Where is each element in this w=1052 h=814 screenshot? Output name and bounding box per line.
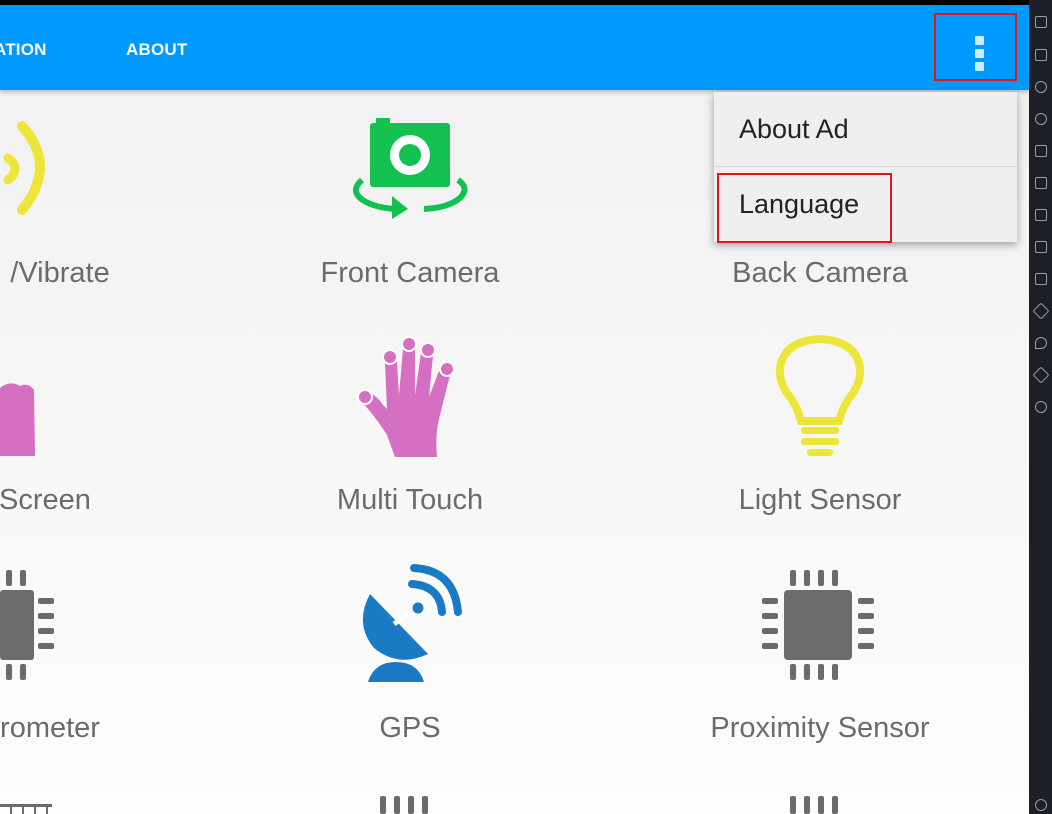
touch-screen-icon — [0, 383, 35, 456]
satellite-dish-icon — [362, 564, 462, 682]
grid-item-label: Screen — [0, 484, 91, 516]
chip-icon — [380, 796, 428, 814]
apk-icon[interactable] — [1035, 177, 1047, 189]
record-icon[interactable] — [1035, 113, 1047, 125]
chip-icon — [790, 796, 838, 814]
emulator-toolbar — [1029, 0, 1052, 814]
device-icon[interactable] — [1035, 273, 1047, 285]
grid-item-label: Multi Touch — [336, 484, 484, 516]
grid-item-label: rometer — [0, 712, 100, 744]
grid-item-label: GPS — [379, 712, 441, 744]
app-screen: ATION ABOUT /Vibrate Front Camera — [0, 0, 1029, 814]
language-highlight-box — [717, 173, 892, 243]
location-icon[interactable] — [1035, 337, 1047, 349]
grid-item-label: Front Camera — [320, 257, 500, 289]
play-icon[interactable] — [1035, 81, 1047, 93]
grid-item-label: Back Camera — [732, 257, 908, 289]
layers-icon[interactable] — [1032, 366, 1050, 384]
robot-icon[interactable] — [1035, 145, 1047, 157]
speed-icon[interactable] — [1035, 401, 1047, 413]
overflow-menu-button[interactable] — [934, 13, 1017, 81]
grid-item-label: Light Sensor — [738, 484, 902, 516]
erase-icon[interactable] — [1032, 302, 1050, 320]
app-bar: ATION ABOUT — [0, 5, 1029, 90]
settings-icon[interactable] — [1035, 799, 1047, 811]
keyboard-icon[interactable] — [1035, 49, 1047, 61]
chip-icon — [762, 570, 874, 680]
light-bulb-icon — [775, 335, 865, 456]
grid-item-label: /Vibrate — [10, 257, 110, 289]
folder-icon[interactable] — [1035, 241, 1047, 253]
vibrate-icon — [3, 121, 45, 215]
chip-icon — [0, 570, 54, 680]
multi-touch-hand-icon — [357, 336, 455, 457]
grid-item-label: Proximity Sensor — [710, 712, 930, 744]
grid-item-partial-icon — [0, 804, 52, 814]
tab-about[interactable]: ABOUT — [126, 40, 187, 60]
front-camera-icon — [353, 118, 468, 219]
screenshot-icon[interactable] — [1035, 209, 1047, 221]
tab-location[interactable]: ATION — [0, 40, 47, 60]
cursor-icon[interactable] — [1035, 16, 1047, 28]
menu-item-about-ad[interactable]: About Ad — [714, 92, 1017, 167]
menu-item-label: About Ad — [739, 114, 849, 144]
